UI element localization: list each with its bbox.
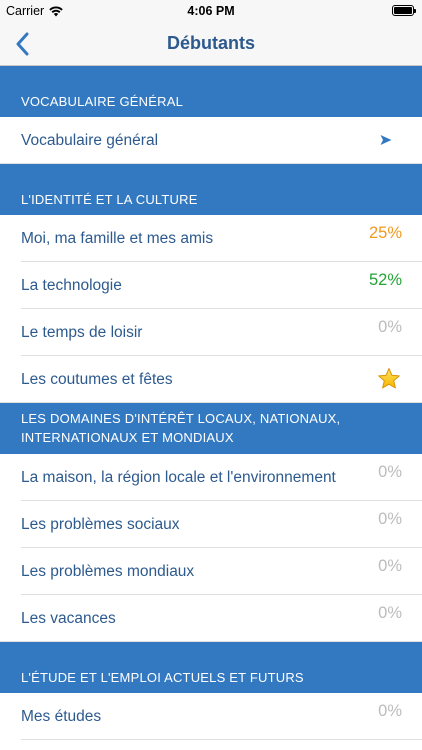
list-item-label: Mes études [21, 708, 102, 725]
section-header-etude-emploi: L'ÉTUDE ET L'EMPLOI ACTUELS ET FUTURS [0, 642, 422, 693]
list-item-label: Les coutumes et fêtes [21, 371, 173, 388]
list-item-coutumes-fetes[interactable]: Les coutumes et fêtes [0, 356, 422, 403]
lesson-list: VOCABULAIRE GÉNÉRAL Vocabulaire général … [0, 66, 422, 740]
list-item-vocabulaire-general[interactable]: Vocabulaire général [0, 117, 422, 164]
list-item-label: Le temps de loisir [21, 324, 143, 341]
progress-value: 0% [378, 318, 402, 336]
status-bar: Carrier 4:06 PM [0, 0, 422, 22]
list-item-label: La technologie [21, 277, 122, 294]
section-title: L'IDENTITÉ ET LA CULTURE [21, 192, 198, 207]
progress-value: 0% [378, 604, 402, 622]
progress-value: 0% [378, 557, 402, 575]
progress-value: 0% [378, 510, 402, 528]
battery-icon [392, 5, 416, 16]
list-item-temps-loisir[interactable]: Le temps de loisir 0% [0, 309, 422, 356]
list-item-problemes-sociaux[interactable]: Les problèmes sociaux 0% [0, 501, 422, 548]
arrow-icon [380, 135, 392, 145]
list-item-technologie[interactable]: La technologie 52% [0, 262, 422, 309]
progress-value: 0% [378, 702, 402, 720]
page-title: Débutants [166, 33, 255, 53]
list-item-label: Les vacances [21, 610, 116, 627]
section-header-domaines: LES DOMAINES D'INTÉRÊT LOCAUX, NATIONAUX… [0, 403, 422, 454]
progress-value: 52% [368, 271, 402, 289]
status-time: 4:06 PM [187, 4, 235, 18]
list-item-vacances[interactable]: Les vacances 0% [0, 595, 422, 642]
section-header-identite: L'IDENTITÉ ET LA CULTURE [0, 164, 422, 215]
list-item-label: Les problèmes mondiaux [21, 563, 195, 580]
progress-value: 0% [378, 463, 402, 481]
section-title: VOCABULAIRE GÉNÉRAL [21, 94, 184, 109]
list-item-moi-famille[interactable]: Moi, ma famille et mes amis 25% [0, 215, 422, 262]
list-item-label: Les problèmes sociaux [21, 516, 180, 533]
list-item-label: Vocabulaire général [21, 132, 159, 149]
list-item-maison-region[interactable]: La maison, la région locale et l'environ… [0, 454, 422, 501]
star-icon [378, 368, 400, 389]
section-title: L'ÉTUDE ET L'EMPLOI ACTUELS ET FUTURS [21, 670, 304, 685]
list-item-label: La maison, la région locale et l'environ… [21, 469, 336, 486]
section-title: LES DOMAINES D'INTÉRÊT LOCAUX, NATIONAUX… [21, 411, 341, 445]
list-item-label: Moi, ma famille et mes amis [21, 230, 214, 247]
list-item-mes-etudes[interactable]: Mes études 0% [0, 693, 422, 740]
section-header-vocabulaire: VOCABULAIRE GÉNÉRAL [0, 66, 422, 117]
navigation-bar: Débutants [0, 22, 422, 66]
progress-value: 25% [368, 224, 402, 242]
list-item-problemes-mondiaux[interactable]: Les problèmes mondiaux 0% [0, 548, 422, 595]
